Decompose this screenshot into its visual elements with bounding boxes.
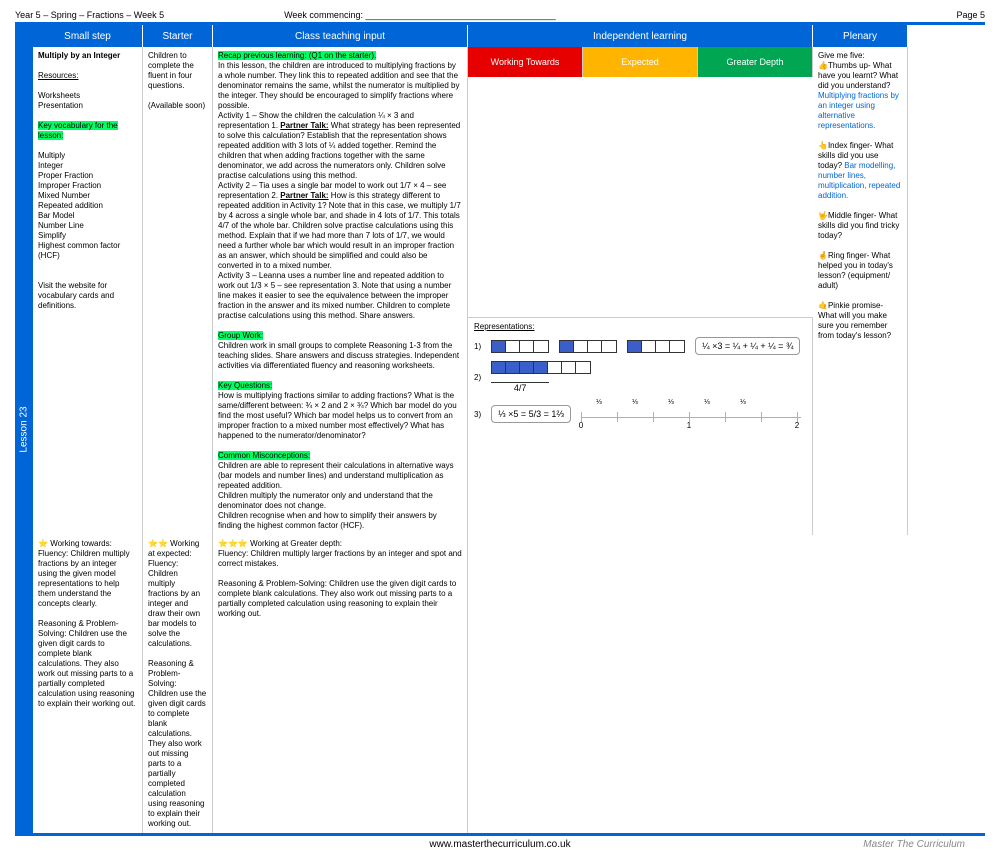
rep-2-frac: 4/7	[491, 382, 549, 393]
rep-2-num: 2)	[474, 373, 481, 382]
lesson-tab: Lesson 23	[15, 25, 33, 833]
plenary-middle: 🤟Middle finger- What skills did you find…	[818, 211, 899, 240]
star-icon: ⭐	[38, 539, 48, 548]
numline-num: 2	[795, 421, 799, 430]
recap-label: Recap previous learning: (Q1 on the star…	[218, 51, 376, 60]
rep-2: 2) 4/7	[474, 361, 806, 393]
rep-1-num: 1)	[474, 342, 481, 351]
wt-heading: Working towards:	[48, 539, 112, 548]
plenary-thumbs-blue: Multiplying fractions by an integer usin…	[818, 91, 899, 130]
gd-heading: Working at Greater depth:	[248, 539, 342, 548]
week-commencing: Week commencing: _______________________…	[284, 10, 556, 20]
starter-cell: Children to complete the fluent in four …	[143, 47, 213, 535]
gd-header: Greater Depth	[698, 47, 813, 77]
col-small-step: Small step	[33, 25, 143, 47]
bar-model-1b	[559, 340, 617, 353]
partner-talk-2: How is this strategy different to repeat…	[218, 191, 461, 270]
numline-num: 1	[687, 421, 691, 430]
star-icon: ⭐⭐⭐	[218, 539, 248, 548]
resources-list: Worksheets Presentation	[38, 91, 83, 110]
lesson-tab-label: Lesson 23	[19, 406, 30, 452]
wt-fluency: Fluency: Children multiply fractions by …	[38, 549, 130, 608]
ex-rps: Reasoning & Problem-Solving: Children us…	[148, 659, 206, 828]
header-title: Year 5 – Spring – Fractions – Week 5	[15, 10, 164, 20]
col-class-teaching: Class teaching input	[213, 25, 468, 47]
ex-cell: ⭐⭐ Working at expected: Fluency: Childre…	[143, 535, 213, 833]
number-line: ⅓ ⅓ ⅓ ⅓ ⅓ 0 1 2	[581, 399, 801, 429]
numline-lab: ⅓	[740, 399, 746, 406]
star-icon: ⭐⭐	[148, 539, 168, 548]
numline-lab: ⅓	[704, 399, 710, 406]
rep-3: 3) ⅓ ×5 = 5/3 = 1⅔ ⅓ ⅓ ⅓ ⅓ ⅓ 0 1 2	[474, 399, 806, 429]
wt-header: Working Towards	[468, 47, 583, 77]
plenary-pinkie: 🤙Pinkie promise- What will you make sure…	[818, 301, 891, 340]
gd-fluency: Fluency: Children multiply larger fracti…	[218, 549, 462, 568]
page: Year 5 – Spring – Fractions – Week 5 Wee…	[0, 0, 1000, 750]
vocab-list: Multiply Integer Proper Fraction Imprope…	[38, 151, 120, 260]
group-work: Children work in small groups to complet…	[218, 341, 459, 370]
representations: Representations: 1) ¼ ×3 = ¼ + ¼ + ¼ = ¾…	[468, 317, 813, 535]
resources-label: Resources:	[38, 71, 78, 80]
bar-model-1c	[627, 340, 685, 353]
page-header: Year 5 – Spring – Fractions – Week 5 Wee…	[15, 10, 985, 20]
lesson-grid: Small step Starter Class teaching input …	[33, 25, 985, 833]
page-number: Page 5	[956, 10, 985, 20]
partner-talk-2-label: Partner Talk:	[280, 191, 328, 200]
bar-model-1a	[491, 340, 549, 353]
col-starter: Starter	[143, 25, 213, 47]
activity-3: Activity 3 – Leanna uses a number line a…	[218, 271, 451, 320]
plenary-ring: 🤞Ring finger- What helped you in today's…	[818, 251, 893, 290]
ex-header: Expected	[583, 47, 698, 77]
group-work-label: Group Work:	[218, 331, 263, 340]
rep-3-eq: ⅓ ×5 = 5/3 = 1⅔	[491, 405, 571, 423]
key-questions: How is multiplying fractions similar to …	[218, 391, 457, 440]
main-content: Lesson 23 Small step Starter Class teach…	[15, 22, 985, 836]
small-step-cell: Multiply by an Integer Resources: Worksh…	[33, 47, 143, 535]
misconceptions: Children are able to represent their cal…	[218, 461, 454, 530]
partner-talk-1-label: Partner Talk:	[280, 121, 328, 130]
footer-brand: Master The Curriculum	[863, 839, 965, 850]
ex-fluency: Fluency: Children multiply fractions by …	[148, 559, 200, 648]
page-footer: www.masterthecurriculum.co.uk Master The…	[15, 836, 985, 850]
gd-rps: Reasoning & Problem-Solving: Children us…	[218, 579, 456, 618]
numline-lab: ⅓	[668, 399, 674, 406]
rep-3-num: 3)	[474, 410, 481, 419]
plenary-thumbs: 👍Thumbs up- What have you learnt? What d…	[818, 61, 898, 90]
wt-rps: Reasoning & Problem-Solving: Children us…	[38, 619, 135, 708]
numline-lab: ⅓	[596, 399, 602, 406]
reps-label: Representations:	[474, 322, 534, 331]
starter-text: Children to complete the fluent in four …	[148, 51, 194, 90]
bar-model-2	[491, 361, 591, 374]
col-plenary: Plenary	[813, 25, 908, 47]
key-questions-label: Key Questions:	[218, 381, 272, 390]
col-independent: Independent learning	[468, 25, 813, 47]
rep-1-eq: ¼ ×3 = ¼ + ¼ + ¼ = ¾	[695, 337, 800, 355]
teaching-intro: In this lesson, the children are introdu…	[218, 61, 459, 110]
wt-cell: ⭐ Working towards: Fluency: Children mul…	[33, 535, 143, 833]
lesson-title: Multiply by an Integer	[38, 51, 120, 60]
numline-num: 0	[579, 421, 583, 430]
teaching-cell: Recap previous learning: (Q1 on the star…	[213, 47, 468, 535]
rep-1: 1) ¼ ×3 = ¼ + ¼ + ¼ = ¾	[474, 337, 806, 355]
misconceptions-label: Common Misconceptions:	[218, 451, 310, 460]
numline-lab: ⅓	[632, 399, 638, 406]
starter-note: (Available soon)	[148, 101, 205, 110]
plenary-cell: Give me five: 👍Thumbs up- What have you …	[813, 47, 908, 535]
footer-url: www.masterthecurriculum.co.uk	[429, 839, 570, 850]
plenary-intro: Give me five:	[818, 51, 865, 60]
keyvocab-label: Key vocabulary for the lesson:	[38, 121, 118, 140]
gd-cell: ⭐⭐⭐ Working at Greater depth: Fluency: C…	[213, 535, 468, 833]
vocab-footer: Visit the website for vocabulary cards a…	[38, 281, 114, 310]
